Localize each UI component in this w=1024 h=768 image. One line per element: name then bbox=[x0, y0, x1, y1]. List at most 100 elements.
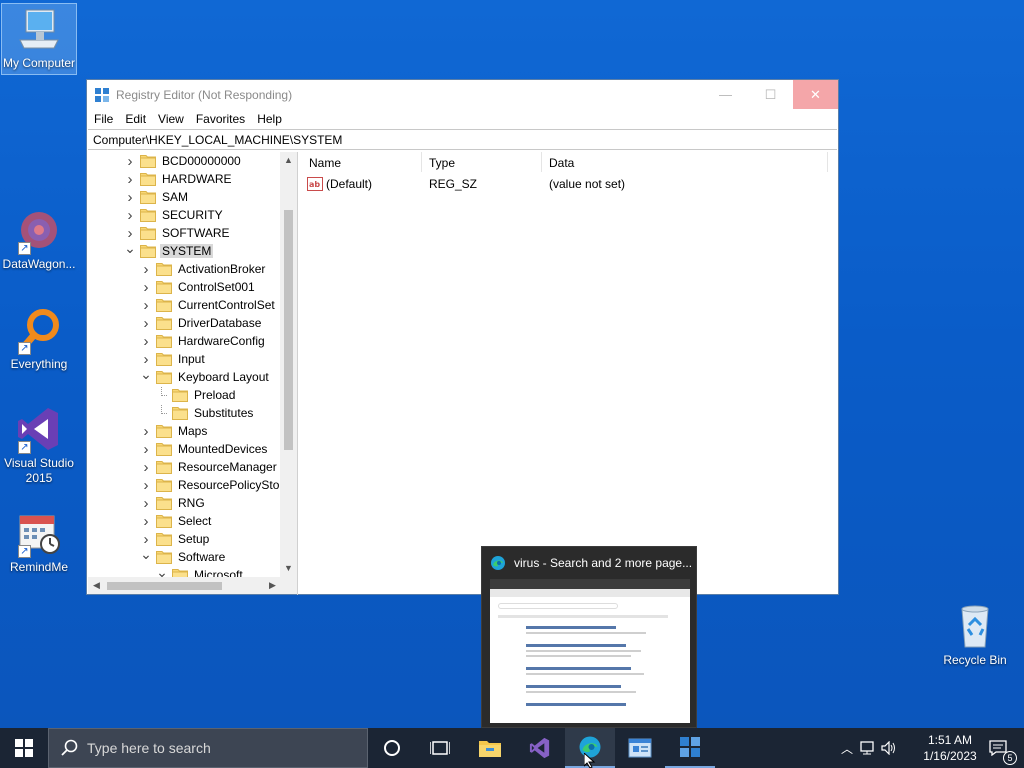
chevron-right-icon[interactable]: › bbox=[140, 422, 152, 440]
tree-node-label: Input bbox=[178, 352, 205, 366]
chevron-right-icon[interactable]: › bbox=[124, 188, 136, 206]
taskbar-search[interactable]: Type here to search bbox=[48, 728, 368, 768]
tree-node[interactable]: › SAM bbox=[124, 188, 190, 206]
scroll-right-arrow-icon[interactable]: ▶ bbox=[264, 577, 281, 594]
title-bar[interactable]: Registry Editor (Not Responding) — ☐ ✕ bbox=[87, 80, 838, 109]
tree-node[interactable]: Substitutes bbox=[156, 404, 255, 422]
folder-icon bbox=[140, 190, 156, 204]
chevron-right-icon[interactable]: › bbox=[140, 512, 152, 530]
scroll-up-arrow-icon[interactable]: ▲ bbox=[280, 152, 297, 169]
tree-connector[interactable] bbox=[156, 404, 168, 422]
tree-node[interactable]: › SOFTWARE bbox=[124, 224, 232, 242]
tree-node-label: SECURITY bbox=[162, 208, 223, 222]
chevron-right-icon[interactable]: › bbox=[140, 278, 152, 296]
chevron-down-icon[interactable]: ⌄ bbox=[124, 239, 136, 257]
desktop-icon-everything[interactable]: ↗ Everything bbox=[1, 305, 77, 372]
value-row[interactable]: ab (Default) REG_SZ (value not set) bbox=[302, 173, 838, 195]
chevron-right-icon[interactable]: › bbox=[140, 314, 152, 332]
tree-node[interactable]: › ControlSet001 bbox=[140, 278, 257, 296]
scroll-thumb[interactable] bbox=[284, 210, 293, 450]
visual-studio-icon bbox=[529, 737, 550, 759]
desktop-icon-my-computer[interactable]: My Computer bbox=[1, 3, 77, 75]
chevron-right-icon[interactable]: › bbox=[140, 296, 152, 314]
tree-node[interactable]: › ResourcePolicyStor bbox=[140, 476, 281, 494]
scroll-thumb[interactable] bbox=[107, 582, 222, 590]
chevron-right-icon[interactable]: › bbox=[140, 494, 152, 512]
tree-node[interactable]: › ResourceManager bbox=[140, 458, 279, 476]
menu-help[interactable]: Help bbox=[251, 112, 288, 126]
cortana-button[interactable] bbox=[368, 728, 416, 768]
tree-node[interactable]: ⌄ Keyboard Layout bbox=[140, 365, 271, 386]
chevron-down-icon[interactable]: ⌄ bbox=[140, 365, 152, 383]
desktop-icon-recycle-bin[interactable]: Recycle Bin bbox=[937, 601, 1013, 668]
chevron-right-icon[interactable]: › bbox=[140, 260, 152, 278]
show-hidden-icons-chevron-icon[interactable]: ︿ bbox=[838, 740, 856, 757]
chevron-right-icon[interactable]: › bbox=[140, 458, 152, 476]
column-header-type[interactable]: Type bbox=[422, 152, 542, 172]
tree-node[interactable]: › RNG bbox=[140, 494, 207, 512]
tree-node-label: ActivationBroker bbox=[178, 262, 266, 276]
address-bar[interactable]: Computer\HKEY_LOCAL_MACHINE\SYSTEM bbox=[88, 129, 837, 150]
desktop-icon-datawagon[interactable]: ↗ DataWagon... bbox=[1, 205, 77, 272]
folder-icon bbox=[156, 532, 172, 546]
tree-node[interactable]: › BCD00000000 bbox=[124, 152, 243, 170]
scroll-down-arrow-icon[interactable]: ▼ bbox=[280, 560, 297, 577]
taskbar-file-explorer[interactable] bbox=[465, 728, 515, 768]
tree-node[interactable]: › SECURITY bbox=[124, 206, 225, 224]
start-button[interactable] bbox=[0, 728, 48, 768]
tree-node[interactable]: › DriverDatabase bbox=[140, 314, 263, 332]
column-header-name[interactable]: Name bbox=[302, 152, 422, 172]
chevron-right-icon[interactable]: › bbox=[140, 440, 152, 458]
taskbar-visual-studio[interactable] bbox=[515, 728, 565, 768]
folder-icon bbox=[156, 298, 172, 312]
taskbar-control-panel[interactable] bbox=[615, 728, 665, 768]
volume-icon[interactable] bbox=[878, 741, 900, 755]
action-center-button[interactable]: 5 bbox=[978, 728, 1018, 768]
tree-node[interactable]: › HARDWARE bbox=[124, 170, 234, 188]
menu-bar: File Edit View Favorites Help bbox=[87, 109, 838, 129]
maximize-button[interactable]: ☐ bbox=[748, 80, 793, 109]
tree-node[interactable]: › Maps bbox=[140, 422, 209, 440]
tree-node[interactable]: › ActivationBroker bbox=[140, 260, 267, 278]
taskbar-registry-editor[interactable] bbox=[665, 728, 715, 768]
chevron-right-icon[interactable]: › bbox=[140, 476, 152, 494]
menu-favorites[interactable]: Favorites bbox=[190, 112, 251, 126]
tree-vertical-scrollbar[interactable]: ▲ ▼ bbox=[280, 152, 297, 577]
folder-icon bbox=[140, 154, 156, 168]
tree-horizontal-scrollbar[interactable]: ◀ ▶ bbox=[88, 577, 297, 594]
search-icon bbox=[61, 739, 79, 757]
column-header-data[interactable]: Data bbox=[542, 152, 828, 172]
folder-icon bbox=[156, 262, 172, 276]
close-button[interactable]: ✕ bbox=[793, 80, 838, 109]
task-view-button[interactable] bbox=[416, 728, 464, 768]
network-icon[interactable] bbox=[856, 741, 878, 755]
tree-connector[interactable] bbox=[156, 386, 168, 404]
chevron-down-icon[interactable]: ⌄ bbox=[140, 545, 152, 563]
chevron-down-icon[interactable]: ⌄ bbox=[156, 563, 168, 578]
menu-edit[interactable]: Edit bbox=[119, 112, 152, 126]
tree-node[interactable]: Preload bbox=[156, 386, 237, 404]
edge-thumbnail-preview[interactable]: virus - Search and 2 more page... bbox=[481, 546, 697, 728]
tree-node[interactable]: ⌄ Microsoft bbox=[156, 563, 245, 578]
desktop-icon-visual-studio[interactable]: ↗ Visual Studio 2015 bbox=[1, 404, 77, 486]
scroll-left-arrow-icon[interactable]: ◀ bbox=[88, 577, 105, 594]
values-pane[interactable]: Name Type Data ab (Default) REG_SZ (valu… bbox=[302, 152, 838, 595]
desktop-icon-remindme[interactable]: ↗ RemindMe bbox=[1, 508, 77, 575]
menu-view[interactable]: View bbox=[152, 112, 190, 126]
chevron-right-icon[interactable]: › bbox=[124, 206, 136, 224]
tree-node[interactable]: ⌄ SYSTEM bbox=[124, 239, 214, 260]
tree-node[interactable]: › HardwareConfig bbox=[140, 332, 267, 350]
chevron-right-icon[interactable]: › bbox=[124, 152, 136, 170]
menu-file[interactable]: File bbox=[88, 112, 119, 126]
tree-node[interactable]: › Select bbox=[140, 512, 213, 530]
chevron-right-icon[interactable]: › bbox=[124, 170, 136, 188]
chevron-right-icon[interactable]: › bbox=[140, 332, 152, 350]
minimize-button[interactable]: — bbox=[703, 80, 748, 109]
tree-node-label: ControlSet001 bbox=[178, 280, 255, 294]
tree-node[interactable]: › MountedDevices bbox=[140, 440, 269, 458]
tree-node[interactable]: ⌄ Software bbox=[140, 545, 227, 566]
tree-node[interactable]: › CurrentControlSet bbox=[140, 296, 277, 314]
registry-editor-window[interactable]: Registry Editor (Not Responding) — ☐ ✕ F… bbox=[86, 79, 839, 595]
clock[interactable]: 1:51 AM 1/16/2023 bbox=[920, 732, 980, 764]
key-tree-pane[interactable]: › BCD00000000 › HARDWARE › SAM › SECURITY › SOFTW… bbox=[88, 152, 298, 595]
